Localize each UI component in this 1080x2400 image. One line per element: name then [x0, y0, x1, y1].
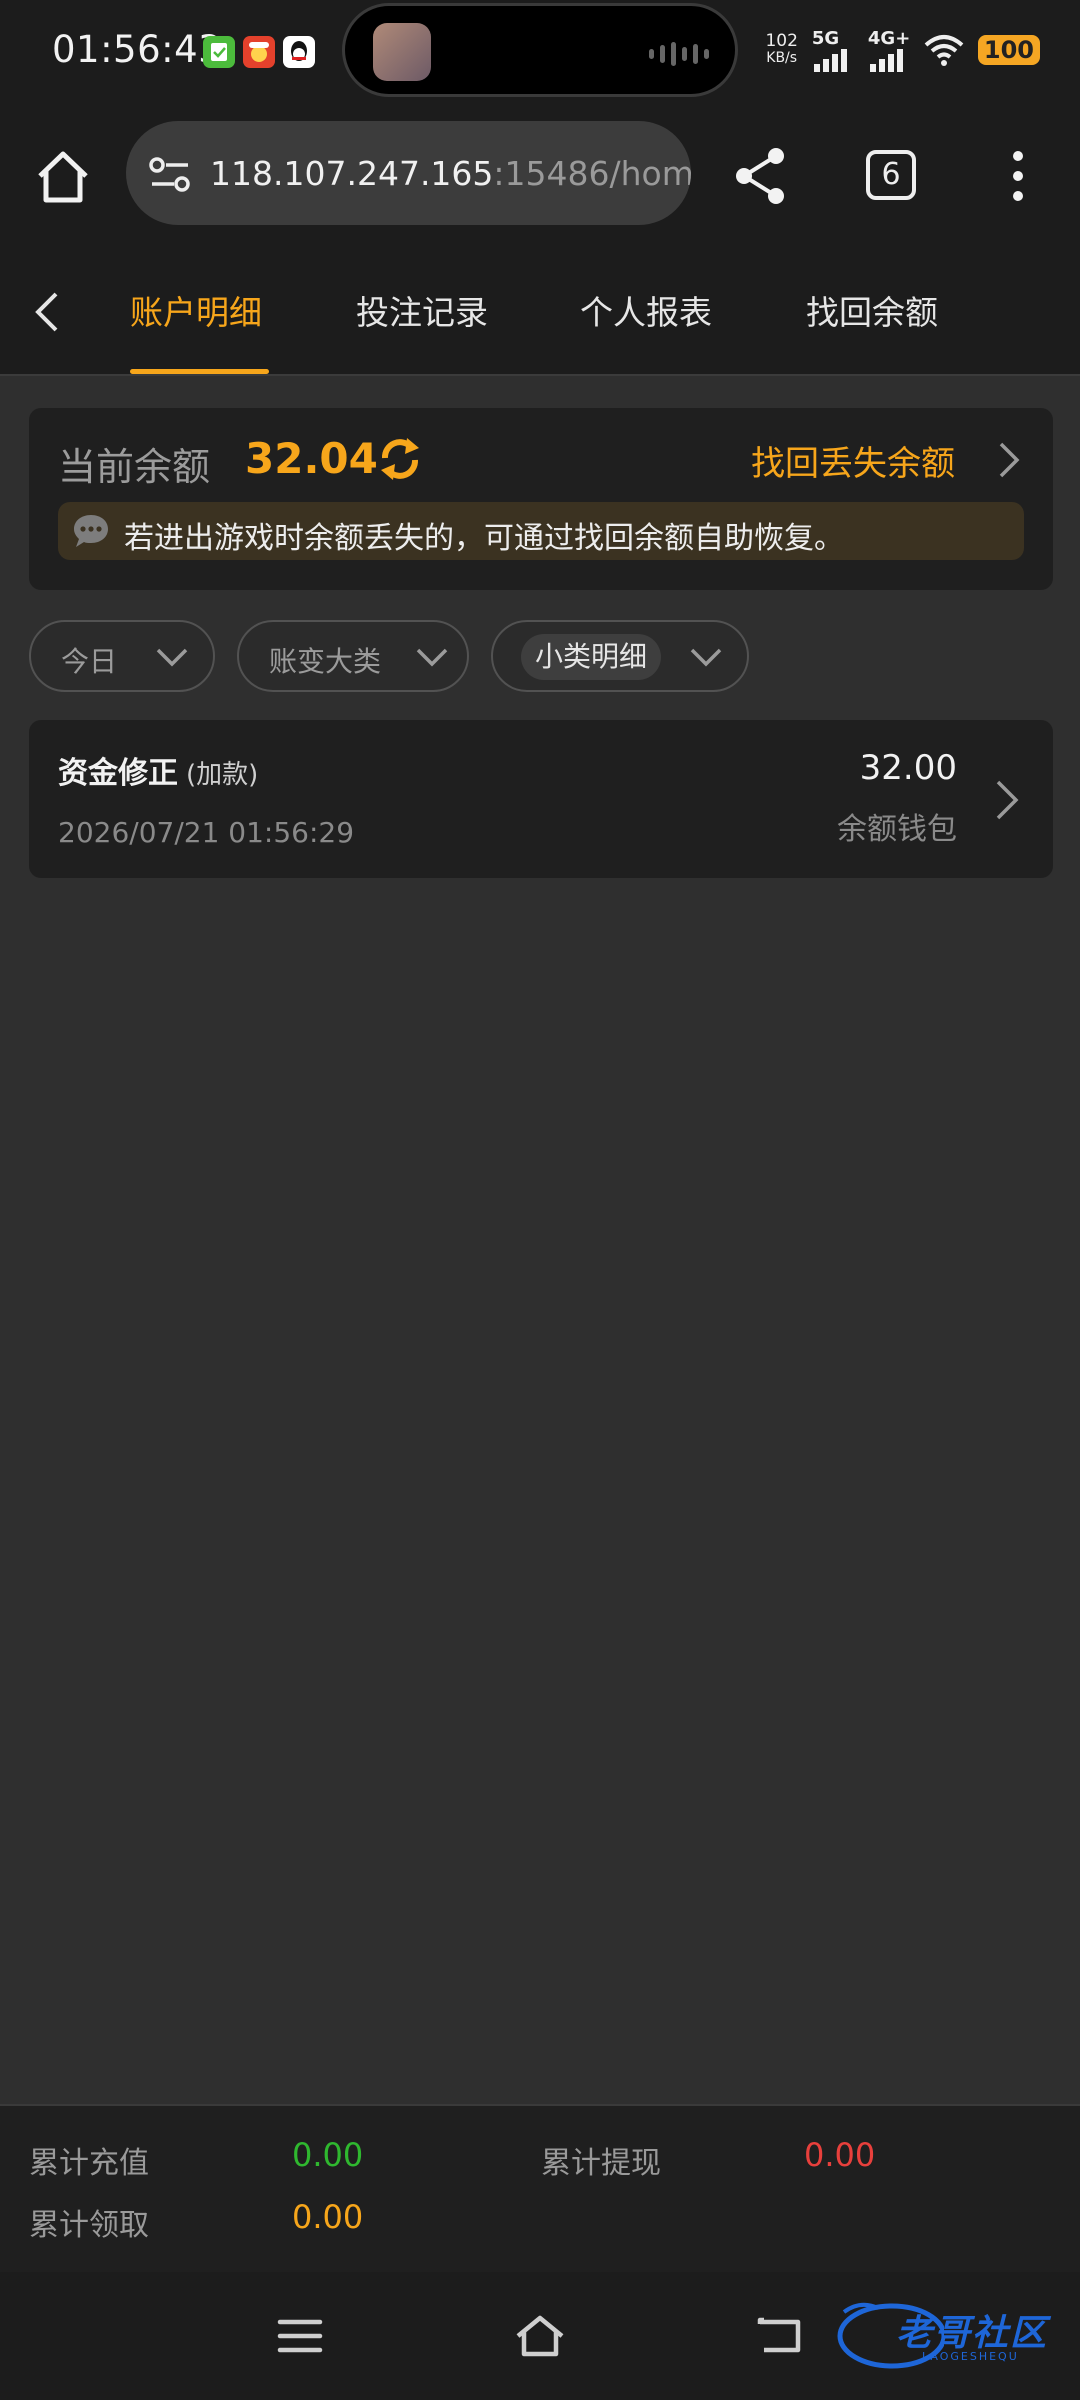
transaction-subtitle: (加款) [186, 760, 259, 790]
wifi-icon [924, 35, 964, 66]
tab-switcher-button[interactable]: 6 [866, 150, 916, 200]
total-claim-value: 0.00 [292, 2198, 364, 2236]
browser-toolbar: 118.107.247.165:15486/home/re 6 [0, 108, 1080, 248]
net-speed: 102 KB/s [765, 31, 798, 67]
app-notification-icon [243, 36, 275, 68]
chevron-down-icon [690, 648, 722, 667]
transaction-time: 2026/07/21 01:56:29 [58, 816, 355, 849]
watermark-text: 老哥社区 [896, 2313, 1049, 2354]
recent-apps-icon[interactable] [274, 2312, 326, 2360]
screen: 01:56:43 102 KB/s 5G 4G+ 100 118.107.247… [0, 0, 1080, 2400]
share-icon[interactable] [732, 146, 788, 206]
back-nav-icon[interactable] [754, 2312, 806, 2360]
tab-account-detail[interactable]: 账户明细 [130, 286, 262, 334]
site-settings-icon[interactable] [148, 155, 192, 195]
transaction-amount: 32.00 [859, 748, 957, 788]
subcategory-filter-dropdown[interactable]: 小类明细 [491, 620, 749, 692]
transaction-wallet: 余额钱包 [837, 812, 957, 847]
more-menu-icon[interactable] [1008, 148, 1028, 204]
total-claim-label: 累计领取 [29, 2208, 149, 2243]
chevron-down-icon [416, 648, 448, 667]
home-icon[interactable] [32, 146, 94, 208]
total-withdraw-label: 累计提现 [541, 2146, 661, 2181]
transaction-row[interactable]: 资金修正 (加款) 2026/07/21 01:56:29 32.00 余额钱包 [29, 720, 1053, 878]
chat-bubble-icon [74, 515, 108, 547]
battery-indicator: 100 [977, 35, 1040, 65]
notice-text: 若进出游戏时余额丢失的，可通过找回余额自助恢复。 [124, 521, 844, 556]
media-thumbnail [373, 23, 431, 81]
date-filter-dropdown[interactable]: 今日 [29, 620, 215, 692]
date-filter-label: 今日 [61, 645, 118, 678]
active-tab-indicator [130, 369, 269, 374]
back-arrow-icon[interactable] [30, 288, 64, 336]
subcategory-filter-label: 小类明细 [521, 634, 662, 680]
watermark-subtext: LAOGESHEQU [922, 2350, 1019, 2363]
status-bar: 01:56:43 102 KB/s 5G 4G+ 100 [0, 0, 1080, 108]
signal-4g-icon: 4G+ [868, 28, 910, 72]
category-filter-label: 账变大类 [269, 645, 382, 678]
summary-footer: 累计充值 0.00 累计提现 0.00 累计领取 0.00 [0, 2104, 1080, 2272]
tab-recover-balance[interactable]: 找回余额 [806, 286, 938, 334]
transaction-title: 资金修正 (加款) [58, 756, 259, 791]
balance-label: 当前余额 [58, 445, 211, 489]
category-filter-dropdown[interactable]: 账变大类 [237, 620, 469, 692]
chevron-right-icon[interactable] [994, 778, 1020, 822]
refresh-icon[interactable] [377, 436, 423, 482]
signal-5g-icon: 5G [812, 28, 854, 72]
wechat-work-icon [203, 36, 235, 68]
tab-bet-records[interactable]: 投注记录 [356, 286, 488, 334]
chevron-down-icon [156, 648, 188, 667]
qq-icon [283, 36, 315, 68]
dynamic-island[interactable] [342, 3, 738, 97]
recover-lost-balance-link[interactable]: 找回丢失余额 [751, 436, 955, 485]
recover-notice: 若进出游戏时余额丢失的，可通过找回余额自助恢复。 [58, 502, 1024, 560]
status-indicators: 102 KB/s 5G 4G+ 100 [765, 28, 1040, 72]
total-withdraw-value: 0.00 [804, 2136, 876, 2174]
total-recharge-value: 0.00 [292, 2136, 364, 2174]
chevron-right-icon[interactable] [997, 440, 1021, 480]
balance-value: 32.04 [245, 434, 378, 483]
page-tabs: 账户明细 投注记录 个人报表 找回余额 [0, 248, 1080, 376]
status-time: 01:56:43 [52, 28, 223, 71]
audio-wave-icon [649, 42, 709, 66]
balance-card: 当前余额 32.04 找回丢失余额 若进出游戏时余额丢失的，可通过找回余额自助恢… [29, 408, 1053, 590]
home-nav-icon[interactable] [514, 2312, 566, 2360]
tab-personal-report[interactable]: 个人报表 [580, 286, 712, 334]
url-text: 118.107.247.165:15486/home/re [210, 154, 691, 193]
total-recharge-label: 累计充值 [29, 2146, 149, 2181]
watermark-logo: 老哥社区 LAOGESHEQU [834, 2294, 1064, 2374]
address-bar[interactable]: 118.107.247.165:15486/home/re [126, 121, 691, 225]
